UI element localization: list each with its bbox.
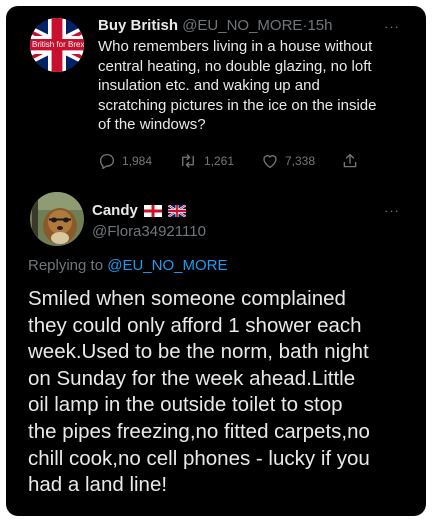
tweet-thread: British for Brexit Buy British @EU_NO_MO… — [6, 6, 426, 516]
avatar-label: British for Brexit — [30, 39, 84, 50]
avatar[interactable]: British for Brexit — [30, 18, 84, 72]
union-jack-icon — [167, 205, 186, 217]
england-flag-icon — [143, 205, 162, 217]
tweet-header: Buy British @EU_NO_MORE·15h — [98, 16, 332, 36]
more-icon[interactable]: ··· — [384, 204, 400, 217]
display-name[interactable]: Buy British — [98, 17, 178, 34]
retweet-button[interactable]: 1,261 — [178, 151, 234, 171]
more-icon[interactable]: ··· — [384, 20, 400, 33]
like-count: 7,338 — [285, 154, 316, 168]
tweet-actions: 1,984 1,261 7,338 — [98, 151, 378, 171]
reply-text: Smiled when someone complained they coul… — [28, 287, 370, 497]
dog-avatar-image — [30, 192, 84, 246]
display-name[interactable]: Candy — [92, 201, 138, 221]
share-button[interactable] — [341, 151, 359, 171]
reply-button[interactable]: 1,984 — [98, 151, 152, 171]
share-icon — [343, 153, 357, 168]
replying-to-label: Replying to — [28, 257, 104, 274]
tweet-text: Who remembers living in a house without … — [98, 38, 377, 133]
timestamp[interactable]: 15h — [307, 17, 332, 34]
retweet-icon — [182, 154, 194, 168]
reply-name-row: Candy — [92, 201, 186, 221]
handle[interactable]: @EU_NO_MORE — [182, 17, 302, 34]
handle[interactable]: @Flora34921110 — [92, 222, 206, 242]
retweet-count: 1,261 — [204, 154, 235, 168]
reply-count: 1,984 — [122, 154, 153, 168]
avatar[interactable] — [30, 192, 84, 246]
heart-icon — [263, 155, 277, 169]
like-button[interactable]: 7,338 — [261, 151, 315, 171]
replying-to-link[interactable]: @EU_NO_MORE — [107, 257, 227, 274]
reply-icon — [99, 153, 115, 170]
replying-to: Replying to @EU_NO_MORE — [28, 256, 227, 276]
